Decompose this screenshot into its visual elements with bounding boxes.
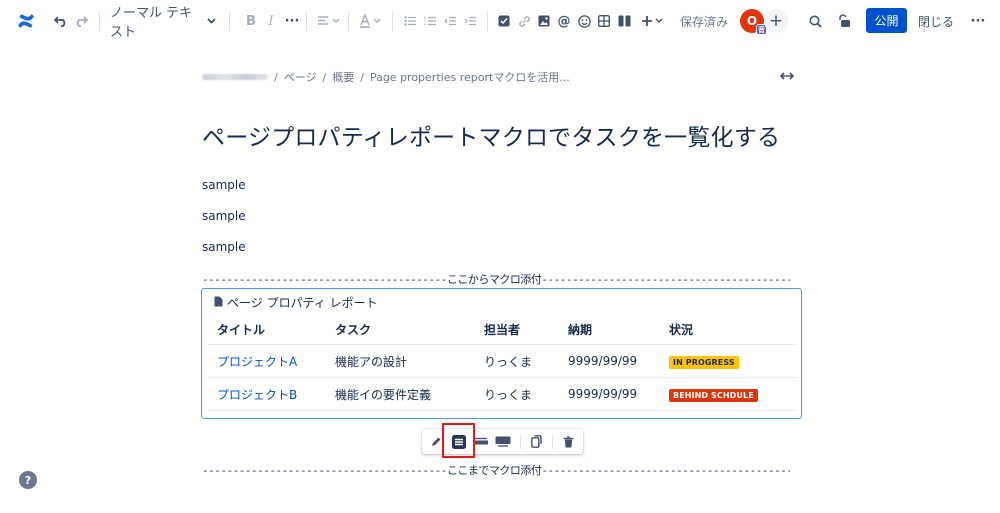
breadcrumb-space-blurred[interactable] — [202, 74, 268, 80]
report-table: タイトル タスク 担当者 納期 状況 プロジェクトA 機能アの設計 りっくま 9… — [208, 315, 796, 410]
divider-dashes: ----------------------------------------… — [541, 464, 790, 477]
column-header-task: タスク — [335, 323, 372, 337]
toolbar-separator — [348, 11, 349, 31]
divider-start-label: ここからマクロ添付 — [446, 273, 542, 286]
column-header-assignee: 担当者 — [484, 323, 521, 337]
table-row: プロジェクトB 機能イの要件定義 りっくま 9999/99/99 BEHIND … — [208, 377, 796, 410]
divider-dashes: ----------------------------------------… — [541, 273, 790, 286]
breadcrumb-item-current[interactable]: Page properties reportマクロを活用... — [370, 69, 570, 85]
bold-icon[interactable]: B — [243, 0, 259, 42]
toolbar-separator — [306, 11, 307, 31]
toolbar-separator — [392, 11, 393, 31]
column-header-due: 納期 — [568, 323, 593, 337]
status-badge: BEHIND SCHDULE — [669, 388, 758, 402]
project-link[interactable]: プロジェクトA — [217, 355, 297, 369]
restrictions-lock-icon[interactable] — [835, 0, 853, 42]
page-properties-report-macro[interactable]: ページ プロパティ レポート タイトル タスク 担当者 納期 状況 プロジェクト… — [201, 288, 802, 419]
layout-icon[interactable] — [616, 0, 632, 42]
breadcrumb: / ページ / 概要 / Page properties reportマクロを活… — [202, 68, 570, 86]
toolbar-separator — [552, 435, 553, 449]
toolbar-separator — [487, 11, 488, 31]
chevron-down-icon — [207, 18, 216, 24]
mention-icon[interactable]: @ — [556, 0, 572, 42]
action-item-icon[interactable] — [496, 0, 512, 42]
project-link[interactable]: プロジェクトB — [217, 388, 297, 402]
outdent-icon[interactable] — [442, 0, 458, 42]
layout-full-width-icon[interactable] — [493, 429, 513, 454]
table-header-row: タイトル タスク 担当者 納期 状況 — [208, 315, 796, 344]
paragraph-1[interactable]: sample — [202, 178, 246, 192]
close-button[interactable]: 閉じる — [915, 0, 957, 42]
assignee-cell: りっくま — [484, 387, 533, 402]
task-cell: 機能イの要件定義 — [335, 387, 432, 402]
redo-icon[interactable] — [72, 0, 90, 42]
invite-button[interactable]: + — [764, 0, 788, 42]
column-header-status: 状況 — [669, 323, 694, 337]
saved-status: 保存済み — [680, 14, 729, 29]
assignee-cell: りっくま — [484, 354, 533, 369]
breadcrumb-item-pages[interactable]: ページ — [284, 69, 317, 85]
avatar[interactable]: O 音 — [740, 0, 767, 42]
delete-trash-icon[interactable] — [559, 429, 577, 454]
table-icon[interactable] — [596, 0, 612, 42]
more-formatting-icon[interactable]: ··· — [283, 0, 301, 42]
paragraph-3[interactable]: sample — [202, 240, 246, 254]
editor-toolbar: ノーマル テキスト B I ··· @ 保存済み O 音 + 公開 閉じる ··… — [0, 0, 1000, 42]
column-header-title: タイトル — [217, 323, 266, 337]
undo-icon[interactable] — [52, 0, 70, 42]
divider-dashes: ---------------------------------------- — [202, 464, 447, 477]
copy-icon[interactable] — [527, 429, 545, 454]
breadcrumb-item-overview[interactable]: 概要 — [332, 69, 354, 85]
text-color-dropdown-icon[interactable] — [358, 0, 384, 42]
task-cell: 機能アの設計 — [335, 354, 408, 369]
paragraph-2[interactable]: sample — [202, 209, 246, 223]
page-title[interactable]: ページプロパティレポートマクロでタスクを一覧化する — [202, 118, 780, 152]
confluence-logo-icon[interactable] — [14, 0, 38, 42]
more-options-icon[interactable]: ··· — [968, 0, 988, 42]
avatar-circle: O 音 — [740, 9, 767, 35]
breadcrumb-separator: / — [360, 70, 364, 84]
insert-more-dropdown-icon[interactable] — [640, 0, 666, 42]
divider-macro-start[interactable]: ----------------------------------------… — [202, 271, 790, 287]
help-button[interactable]: ? — [19, 471, 37, 489]
full-width-toggle-icon[interactable] — [778, 68, 796, 84]
due-cell: 9999/99/99 — [568, 354, 638, 368]
toolbar-separator — [99, 11, 100, 31]
text-style-dropdown[interactable]: ノーマル テキスト — [110, 0, 216, 42]
bullet-list-icon[interactable] — [402, 0, 418, 42]
plus-icon: + — [764, 9, 788, 33]
breadcrumb-separator: / — [322, 70, 327, 84]
toolbar-separator — [229, 11, 230, 31]
table-row: プロジェクトA 機能アの設計 りっくま 9999/99/99 IN PROGRE… — [208, 344, 796, 377]
search-icon[interactable] — [806, 0, 824, 42]
align-dropdown-icon[interactable] — [316, 0, 342, 42]
text-style-label: ノーマル テキスト — [110, 6, 193, 40]
due-cell: 9999/99/99 — [568, 387, 638, 401]
macro-header: ページ プロパティ レポート — [214, 294, 378, 311]
image-icon[interactable] — [536, 0, 552, 42]
document-icon — [214, 296, 223, 310]
toolbar-separator — [520, 435, 521, 449]
divider-end-label: ここまでマクロ添付 — [446, 464, 542, 477]
highlight-box — [442, 423, 475, 458]
breadcrumb-separator: / — [274, 70, 278, 84]
publish-button[interactable]: 公開 — [866, 8, 907, 33]
italic-icon[interactable]: I — [263, 0, 279, 42]
indent-icon[interactable] — [462, 0, 478, 42]
link-icon[interactable] — [516, 0, 532, 42]
divider-dashes: ---------------------------------------- — [202, 273, 447, 286]
numbered-list-icon[interactable] — [422, 0, 438, 42]
emoji-icon[interactable] — [576, 0, 592, 42]
macro-name: ページ プロパティ レポート — [227, 296, 378, 310]
status-badge: IN PROGRESS — [669, 355, 739, 369]
divider-macro-end[interactable]: ----------------------------------------… — [202, 462, 790, 478]
